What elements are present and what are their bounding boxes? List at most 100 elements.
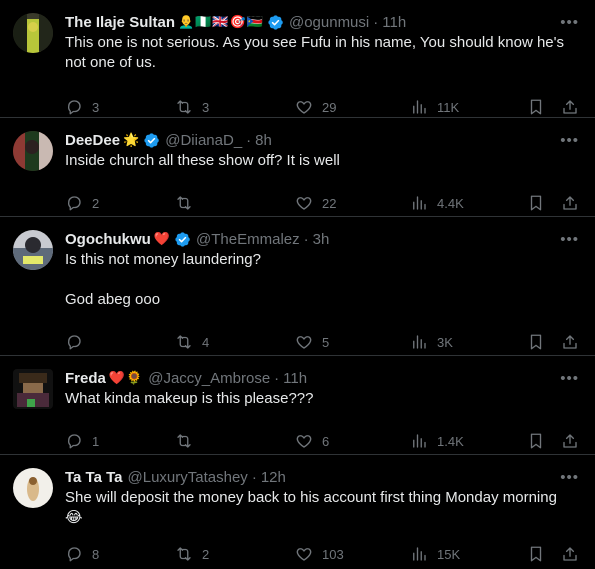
retweet-icon xyxy=(177,196,191,210)
analytics-icon xyxy=(413,547,426,561)
reply-icon xyxy=(67,196,81,211)
timestamp[interactable]: 11h xyxy=(382,14,406,31)
like-button[interactable]: 6 xyxy=(295,431,329,451)
analytics-icon xyxy=(413,100,426,114)
bookmark-button[interactable] xyxy=(527,193,545,213)
reply-button[interactable]: 3 xyxy=(65,97,99,117)
tweet[interactable]: The Ilaje Sultan 👨‍🦲🇳🇬🇬🇧🎯🇸🇸 @ogunmusi · … xyxy=(0,0,595,118)
like-count: 22 xyxy=(322,195,337,211)
views-button[interactable]: 4.4K xyxy=(410,193,464,213)
more-options-icon[interactable]: ••• xyxy=(560,14,579,31)
name-emojis: 🌟 xyxy=(123,132,141,147)
bookmark-button[interactable] xyxy=(527,332,545,352)
retweet-button[interactable]: 2 xyxy=(175,544,209,564)
share-button[interactable] xyxy=(561,332,579,352)
timestamp[interactable]: 12h xyxy=(261,469,286,486)
tweet[interactable]: DeeDee 🌟 @DiianaD_ · 8h ••• Inside churc… xyxy=(0,118,595,217)
avatar[interactable] xyxy=(13,131,53,171)
avatar[interactable] xyxy=(13,468,53,508)
user-handle[interactable]: @TheEmmalez xyxy=(196,231,300,248)
user-handle[interactable]: @Jaccy_Ambrose xyxy=(148,370,270,387)
bookmark-button[interactable] xyxy=(527,431,545,451)
tweet-text: Is this not money laundering? God abeg o… xyxy=(65,251,261,308)
reply-icon xyxy=(67,434,81,449)
like-button[interactable]: 22 xyxy=(295,193,336,213)
more-options-icon[interactable]: ••• xyxy=(560,370,579,387)
like-count: 5 xyxy=(322,334,330,350)
display-name[interactable]: The Ilaje Sultan xyxy=(65,14,175,31)
like-count: 6 xyxy=(322,433,330,449)
separator: · xyxy=(246,131,252,149)
like-count: 29 xyxy=(322,99,337,115)
retweet-button[interactable]: 4 xyxy=(175,332,209,352)
view-count: 11K xyxy=(437,99,460,115)
retweet-count: 4 xyxy=(202,334,210,350)
retweet-icon xyxy=(177,100,191,114)
separator: · xyxy=(373,13,379,31)
tweet[interactable]: Ogochukwu ❤️ @TheEmmalez · 3h ••• Is thi… xyxy=(0,217,595,356)
verified-badge-icon xyxy=(144,132,159,148)
separator: · xyxy=(274,369,280,387)
views-button[interactable]: 15K xyxy=(410,544,460,564)
analytics-icon xyxy=(413,335,426,349)
retweet-button[interactable] xyxy=(175,431,202,451)
views-button[interactable]: 11K xyxy=(410,97,459,117)
tweet-text: This one is not serious. As you see Fufu… xyxy=(65,34,564,71)
like-button[interactable]: 29 xyxy=(295,97,336,117)
name-emojis: ❤️ xyxy=(153,231,172,246)
analytics-icon xyxy=(413,434,426,448)
share-icon xyxy=(563,100,577,114)
bookmark-icon xyxy=(530,334,542,350)
view-count: 1.4K xyxy=(437,433,464,449)
timestamp[interactable]: 8h xyxy=(255,132,272,149)
bookmark-button[interactable] xyxy=(527,544,545,564)
more-options-icon[interactable]: ••• xyxy=(560,469,579,486)
reply-button[interactable]: 1 xyxy=(65,431,99,451)
views-button[interactable]: 3K xyxy=(410,332,453,352)
reply-icon xyxy=(67,547,81,562)
bookmark-button[interactable] xyxy=(527,97,545,117)
timestamp[interactable]: 11h xyxy=(283,370,307,387)
user-handle[interactable]: @LuxuryTatashey xyxy=(128,469,248,486)
share-button[interactable] xyxy=(561,431,579,451)
retweet-button[interactable]: 3 xyxy=(175,97,209,117)
retweet-button[interactable] xyxy=(175,193,202,213)
retweet-count: 2 xyxy=(202,546,210,562)
share-button[interactable] xyxy=(561,544,579,564)
verified-badge-icon xyxy=(268,14,283,30)
like-button[interactable]: 103 xyxy=(295,544,344,564)
reply-count: 1 xyxy=(92,433,100,449)
display-name[interactable]: Ogochukwu xyxy=(65,231,151,248)
reply-button[interactable] xyxy=(65,332,92,352)
user-handle[interactable]: @DiianaD_ xyxy=(165,132,242,149)
heart-icon xyxy=(296,197,312,210)
display-name[interactable]: Ta Ta Ta xyxy=(65,469,123,486)
timestamp[interactable]: 3h xyxy=(313,231,330,248)
analytics-icon xyxy=(413,196,426,210)
bookmark-icon xyxy=(530,546,542,562)
share-button[interactable] xyxy=(561,193,579,213)
reply-button[interactable]: 8 xyxy=(65,544,99,564)
display-name[interactable]: DeeDee xyxy=(65,132,120,149)
more-options-icon[interactable]: ••• xyxy=(560,132,579,149)
heart-icon xyxy=(296,101,312,114)
retweet-count: 3 xyxy=(202,99,210,115)
bookmark-icon xyxy=(530,99,542,115)
avatar[interactable] xyxy=(13,13,53,53)
avatar[interactable] xyxy=(13,230,53,270)
bookmark-icon xyxy=(530,195,542,211)
views-button[interactable]: 1.4K xyxy=(410,431,464,451)
share-button[interactable] xyxy=(561,97,579,117)
view-count: 4.4K xyxy=(437,195,464,211)
tweet[interactable]: Freda ❤️🌻 @Jaccy_Ambrose · 11h ••• What … xyxy=(0,356,595,455)
display-name[interactable]: Freda xyxy=(65,370,106,387)
view-count: 15K xyxy=(437,546,461,562)
user-handle[interactable]: @ogunmusi xyxy=(289,14,369,31)
avatar[interactable] xyxy=(13,369,53,409)
tweet[interactable]: Ta Ta Ta @LuxuryTatashey · 12h ••• She w… xyxy=(0,455,595,569)
like-button[interactable]: 5 xyxy=(295,332,329,352)
more-options-icon[interactable]: ••• xyxy=(560,231,579,248)
reply-icon xyxy=(67,335,81,350)
tweet-text: She will deposit the money back to his a… xyxy=(65,489,557,526)
reply-button[interactable]: 2 xyxy=(65,193,99,213)
